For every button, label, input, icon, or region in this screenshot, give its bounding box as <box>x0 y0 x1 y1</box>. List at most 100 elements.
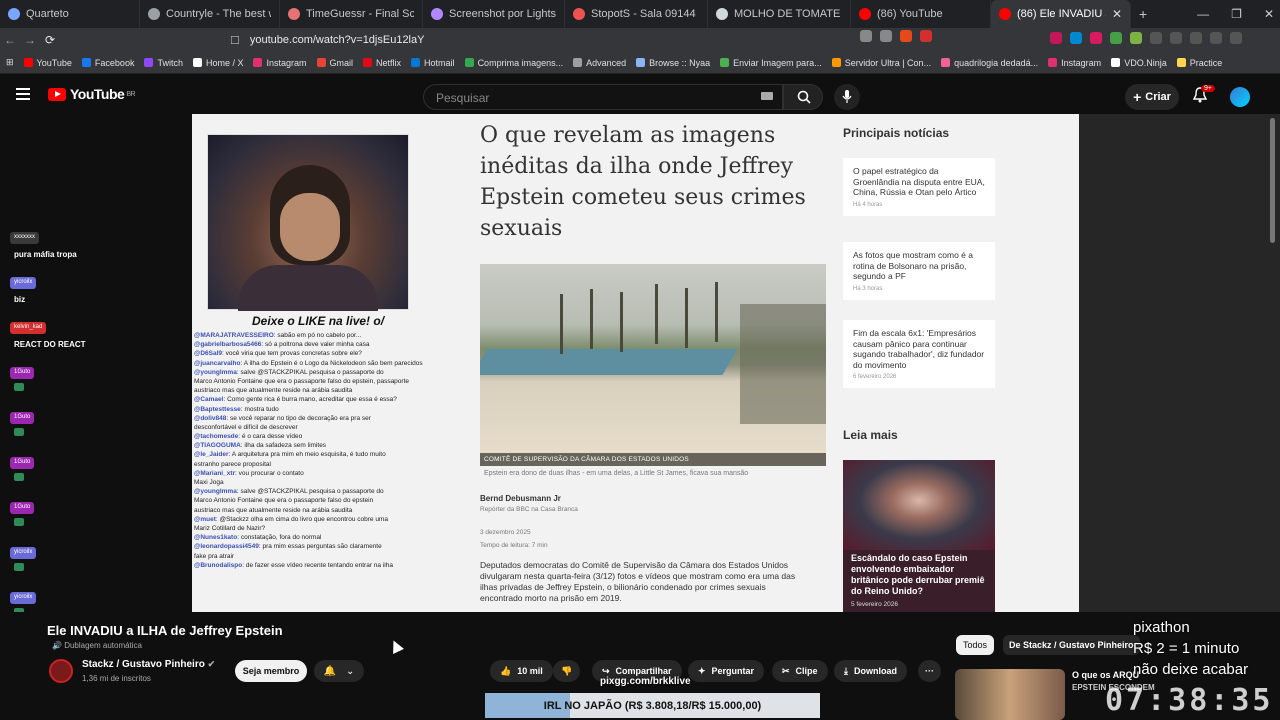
next-video-thumbnail[interactable] <box>955 669 1065 720</box>
bookmark-item[interactable]: YouTube <box>23 58 72 68</box>
overlay-chat-user: @younglmma <box>194 488 237 496</box>
new-tab-button[interactable]: + <box>1131 0 1155 28</box>
bookmark-item[interactable]: Facebook <box>81 58 134 68</box>
maximize-icon[interactable]: ❐ <box>1231 7 1242 21</box>
video-player[interactable]: Deixe o LIKE na live! o/ @MARAJATRAVESSE… <box>192 114 1079 612</box>
bookmark-item[interactable]: Advanced <box>573 58 626 68</box>
overlay-chat-text: A arquitetura pra mim eh meio esquisita,… <box>231 451 386 459</box>
bookmark-item[interactable]: VDO.Ninja <box>1111 58 1167 68</box>
tab-favicon-icon <box>859 8 871 20</box>
forward-icon[interactable]: → <box>20 33 40 47</box>
bookmark-item[interactable]: Practice <box>1176 58 1222 68</box>
sparkle-icon: ✦ <box>698 665 706 676</box>
article-photo <box>480 264 826 466</box>
article-author: Bernd Debusmann Jr <box>480 494 561 503</box>
clip-button[interactable]: ✂ Clipe <box>772 660 828 682</box>
bookmark-item[interactable]: Gmail <box>316 58 353 68</box>
subscriber-count: 1,36 mi de inscritos <box>82 674 151 683</box>
profile-icon[interactable] <box>1210 32 1222 44</box>
media-icon[interactable] <box>1170 32 1182 44</box>
extensions-puzzle-icon[interactable] <box>1150 32 1162 44</box>
reload-icon[interactable]: ⟳ <box>40 33 60 47</box>
bookmark-item[interactable]: Servidor Ultra | Con... <box>831 58 931 68</box>
tab-favicon-icon <box>288 8 300 20</box>
url-field[interactable]: ☐ youtube.com/watch?v=1djsEu12laY <box>230 30 950 50</box>
more-actions-button[interactable]: ··· <box>918 660 941 682</box>
chip-all[interactable]: Todos <box>956 635 995 655</box>
download-button[interactable]: ⤓ Download <box>834 660 907 682</box>
top-news-title: Principais notícias <box>843 126 950 140</box>
pixathon-overlay: pixathon R$ 2 = 1 minuto não deixe acaba… <box>1133 619 1249 678</box>
overlay-chat-text: se você reparar no tipo de decoração era… <box>229 414 371 422</box>
overlay-chat-line: Mariz Cotillard de Nazir? <box>194 524 432 533</box>
browser-tab[interactable]: MOLHO DE TOMATE ELEFANTE <box>708 0 851 28</box>
bookmark-item[interactable]: Home / X <box>192 58 243 68</box>
video-right-area <box>1079 114 1280 612</box>
bookmark-item[interactable]: Instagram <box>1048 58 1101 68</box>
overlay-chat-line: @Baptesttesse: mostra tudo <box>194 405 279 413</box>
overlay-chat-text: você viria que tem provas concretas sobr… <box>225 350 362 358</box>
bookmark-item[interactable]: Instagram <box>253 58 307 68</box>
sidebar-icon[interactable] <box>1190 32 1202 44</box>
bookmark-item[interactable]: Netflix <box>363 58 401 68</box>
chip-from-channel[interactable]: De Stackz / Gustavo Pinheiro <box>1003 635 1140 655</box>
tab-title: (86) Ele INVADIU a ILHA <box>1017 8 1106 20</box>
search-input[interactable]: Pesquisar <box>423 84 783 110</box>
subscription-bell-button[interactable]: 🔔 ⌄ <box>314 660 364 682</box>
keyboard-icon[interactable] <box>761 92 773 100</box>
hamburger-menu-icon[interactable] <box>16 88 30 100</box>
microphone-button[interactable] <box>834 84 860 110</box>
join-membership-button[interactable]: Seja membro <box>235 660 307 682</box>
browser-tab[interactable]: StopotS - Sala 09144 <box>565 0 708 28</box>
back-icon[interactable]: ← <box>0 33 20 47</box>
channel-avatar[interactable] <box>49 659 73 683</box>
bell-icon: 🔔 <box>323 665 337 677</box>
minimize-icon[interactable]: — <box>1197 7 1209 21</box>
overlay-chat-text: salve @STACKZPIKAL pesquisa o passaporte… <box>240 368 384 376</box>
window-controls: — ❐ ✕ <box>1197 0 1274 28</box>
extension-icon[interactable] <box>1070 32 1082 44</box>
bookmark-icon[interactable]: ☐ <box>230 34 240 47</box>
bookmark-item[interactable]: Enviar Imagem para... <box>720 58 822 68</box>
ask-button[interactable]: ✦ Perguntar <box>688 660 765 682</box>
account-avatar[interactable] <box>1230 87 1250 107</box>
extension-icon[interactable] <box>1050 32 1062 44</box>
browser-tab[interactable]: Countryle - The best wordle g <box>140 0 280 28</box>
tab-title: TimeGuessr - Final Score <box>306 8 414 20</box>
create-button[interactable]: + Criar <box>1125 84 1179 110</box>
tab-title: Quarteto <box>26 8 69 20</box>
read-more-image <box>843 460 995 550</box>
close-tab-icon[interactable]: ✕ <box>1106 7 1122 21</box>
extension-icon[interactable] <box>1130 32 1142 44</box>
browser-tab[interactable]: Quarteto <box>0 0 140 28</box>
extension-icon[interactable] <box>1110 32 1122 44</box>
browser-tab[interactable]: (86) Ele INVADIU a ILHA✕ <box>991 0 1131 28</box>
bookmarks-bar: ⊞ YouTube Facebook Twitch Home / X Instagram G… <box>0 52 1280 74</box>
youtube-logo[interactable]: YouTube BR <box>48 86 136 102</box>
close-window-icon[interactable]: ✕ <box>1264 7 1274 21</box>
bookmark-favicon-icon <box>363 58 373 67</box>
share-icon[interactable] <box>880 30 892 42</box>
bookmark-item[interactable]: Twitch <box>144 58 183 68</box>
bookmark-item[interactable]: quadrilogia dedadá... <box>941 58 1038 68</box>
cast-icon[interactable] <box>860 30 872 42</box>
browser-tab[interactable]: Screenshot por Lightshot <box>423 0 565 28</box>
menu-icon[interactable] <box>1230 32 1242 44</box>
bookmark-item[interactable]: Browse :: Nyaa <box>636 58 710 68</box>
apps-grid-icon[interactable]: ⊞ <box>6 57 14 68</box>
search-button[interactable] <box>783 84 823 110</box>
browser-tab[interactable]: (86) YouTube <box>851 0 991 28</box>
chat-username: 1Guto <box>10 457 35 469</box>
photo-caption: Epstein era dono de duas ilhas - em uma … <box>484 470 749 477</box>
page-scrollbar[interactable] <box>1270 118 1275 243</box>
dislike-button[interactable]: 👎 <box>553 660 581 682</box>
adblock-icon[interactable] <box>920 30 932 42</box>
tab-favicon-icon <box>573 8 585 20</box>
browser-tab[interactable]: TimeGuessr - Final Score <box>280 0 423 28</box>
channel-name[interactable]: Stackz / Gustavo Pinheiro ✔ <box>82 659 215 670</box>
like-button[interactable]: 👍 10 mil <box>490 660 553 682</box>
extension-icon[interactable] <box>1090 32 1102 44</box>
bookmark-item[interactable]: Comprima imagens... <box>464 58 563 68</box>
bookmark-item[interactable]: Hotmail <box>411 58 455 68</box>
brave-icon[interactable] <box>900 30 912 42</box>
